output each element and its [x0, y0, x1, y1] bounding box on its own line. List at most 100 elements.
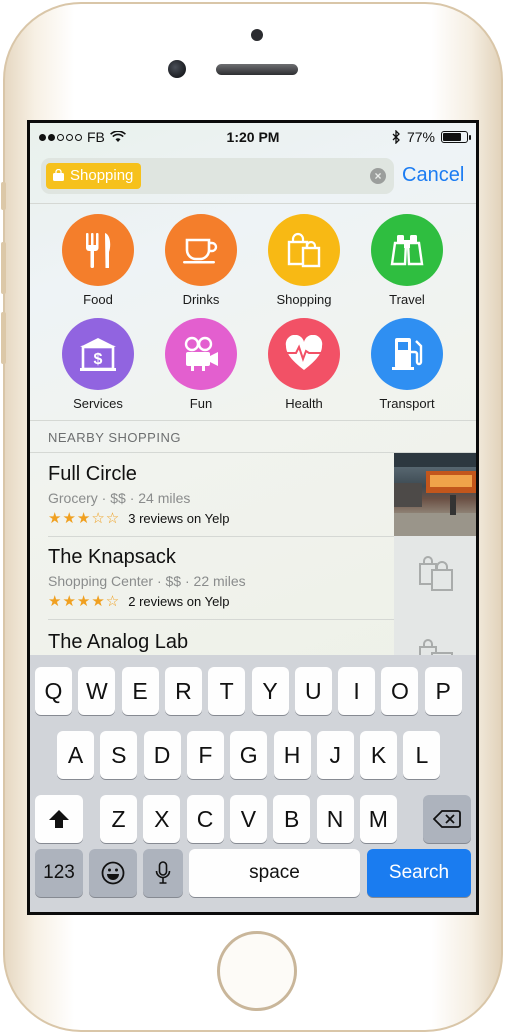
shopping-bags-icon: [419, 556, 453, 591]
category-health[interactable]: Health: [259, 318, 349, 411]
category-travel[interactable]: Travel: [362, 214, 452, 307]
category-label: Drinks: [182, 292, 220, 307]
keyboard: QWERTYUIOP ASDFGHJKL ZXCVBNM 123 space S…: [30, 655, 476, 912]
section-header: NEARBY SHOPPING: [48, 430, 181, 445]
key-y[interactable]: Y: [251, 667, 289, 715]
category-fun[interactable]: Fun: [156, 318, 246, 411]
home-button[interactable]: [217, 931, 297, 1011]
category-food[interactable]: Food: [53, 214, 143, 307]
key-n[interactable]: N: [316, 795, 354, 843]
key-a[interactable]: A: [57, 731, 94, 779]
key-e[interactable]: E: [121, 667, 159, 715]
shopping-bags-icon: [287, 232, 321, 268]
key-u[interactable]: U: [294, 667, 332, 715]
battery-percent: 77%: [406, 129, 435, 145]
category-label: Food: [83, 292, 113, 307]
movie-camera-icon: [184, 336, 218, 371]
svg-text:$: $: [94, 351, 103, 368]
category-label: Shopping: [276, 292, 332, 307]
category-shopping[interactable]: Shopping: [259, 214, 349, 307]
key-x[interactable]: X: [143, 795, 181, 843]
key-j[interactable]: J: [316, 731, 354, 779]
heart-icon: [284, 335, 324, 370]
emoji-key[interactable]: [89, 849, 137, 897]
category-services[interactable]: $ Services: [53, 318, 143, 411]
key-m[interactable]: M: [359, 795, 397, 843]
search-field[interactable]: Shopping ×: [41, 158, 394, 194]
category-label: Transport: [379, 396, 435, 411]
category-drinks[interactable]: Drinks: [156, 214, 246, 307]
star-rating-icon: ★★★☆☆: [48, 510, 121, 527]
key-o[interactable]: O: [381, 667, 419, 715]
category-transport[interactable]: Transport: [362, 318, 452, 411]
category-transport-circle: [371, 318, 443, 390]
category-shopping-circle: [268, 214, 340, 286]
key-h[interactable]: H: [273, 731, 311, 779]
category-label: Travel: [389, 292, 425, 307]
key-w[interactable]: W: [78, 667, 116, 715]
search-key[interactable]: Search: [367, 849, 471, 897]
key-c[interactable]: C: [186, 795, 224, 843]
mute-switch: [1, 182, 6, 210]
emoji-icon: [101, 861, 125, 885]
result-name: Full Circle: [48, 463, 137, 485]
star-rating-icon: ★★★★☆: [48, 593, 121, 610]
screen: FB 1:20 PM 77% Shopping × Cancel Food Dr…: [27, 120, 479, 915]
result-name: The Knapsack: [48, 546, 176, 568]
category-label: Health: [285, 396, 323, 411]
key-i[interactable]: I: [338, 667, 376, 715]
divider: [30, 420, 476, 421]
search-token-label: Shopping: [70, 167, 134, 184]
bank-icon: $: [80, 338, 116, 371]
key-t[interactable]: T: [208, 667, 246, 715]
key-r[interactable]: R: [164, 667, 202, 715]
dictation-key[interactable]: [143, 849, 183, 897]
clear-search-icon[interactable]: ×: [370, 168, 386, 184]
category-fun-circle: [165, 318, 237, 390]
key-v[interactable]: V: [229, 795, 267, 843]
front-camera: [168, 60, 186, 78]
key-s[interactable]: S: [100, 731, 138, 779]
numbers-key[interactable]: 123: [35, 849, 83, 897]
result-row[interactable]: Full Circle Grocery · $$ · 24 miles ★★★☆…: [30, 453, 476, 536]
result-name: The Analog Lab: [48, 631, 189, 653]
microphone-icon: [155, 861, 171, 884]
fork-knife-icon: [86, 233, 111, 268]
battery-icon: [441, 131, 471, 143]
shift-key[interactable]: [35, 795, 83, 843]
backspace-icon: [432, 810, 461, 828]
category-label: Services: [73, 396, 123, 411]
category-health-circle: [268, 318, 340, 390]
category-travel-circle: [371, 214, 443, 286]
volume-up-button: [1, 242, 6, 294]
cup-icon: [183, 238, 218, 264]
review-count: 2 reviews on Yelp: [128, 593, 230, 609]
bluetooth-icon: [392, 130, 400, 144]
key-g[interactable]: G: [230, 731, 268, 779]
delete-key[interactable]: [423, 795, 471, 843]
key-l[interactable]: L: [403, 731, 441, 779]
key-q[interactable]: Q: [35, 667, 72, 715]
result-row[interactable]: The Knapsack Shopping Center · $$ · 22 m…: [30, 536, 476, 619]
earpiece-speaker: [216, 64, 298, 75]
result-photo: [394, 453, 476, 536]
cancel-button[interactable]: Cancel: [402, 164, 464, 187]
space-key[interactable]: space: [189, 849, 360, 897]
fuel-pump-icon: [392, 338, 423, 370]
storefront-photo-icon: [394, 453, 476, 536]
binoculars-icon: [390, 235, 424, 266]
key-b[interactable]: B: [273, 795, 311, 843]
key-d[interactable]: D: [143, 731, 181, 779]
key-f[interactable]: F: [186, 731, 224, 779]
category-services-circle: $: [62, 318, 134, 390]
category-label: Fun: [189, 396, 213, 411]
key-p[interactable]: P: [424, 667, 462, 715]
result-placeholder: [394, 536, 476, 619]
result-rating: ★★★★☆ 2 reviews on Yelp: [48, 592, 229, 610]
key-k[interactable]: K: [360, 731, 398, 779]
proximity-sensor: [251, 29, 263, 41]
divider: [30, 203, 476, 204]
key-z[interactable]: Z: [100, 795, 137, 843]
search-token-chip[interactable]: Shopping: [46, 163, 142, 189]
review-count: 3 reviews on Yelp: [128, 510, 230, 526]
